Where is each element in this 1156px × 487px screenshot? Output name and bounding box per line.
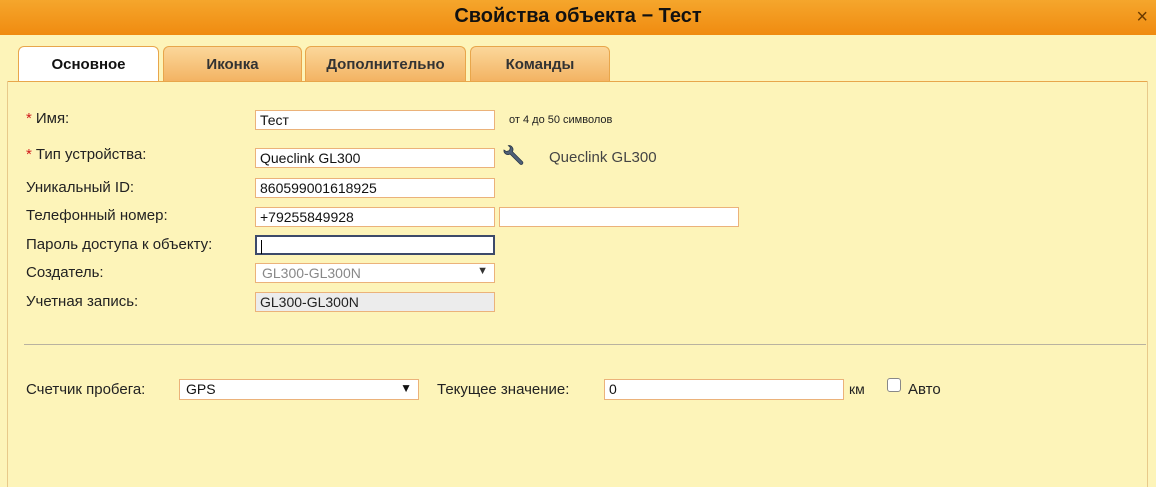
unique-id-input[interactable]: 860599001618925 [255,178,495,198]
text-cursor [261,240,262,255]
account-input: GL300-GL300N [255,292,495,312]
tab-icon[interactable]: Иконка [163,46,302,81]
password-input[interactable] [255,235,495,255]
device-type-input[interactable]: Queclink GL300 [255,148,495,168]
creator-select[interactable]: GL300-GL300N ▼ [255,263,495,283]
current-value-label: Текущее значение: [437,381,570,398]
phone-input[interactable]: +79255849928 [255,207,495,227]
account-label: Учетная запись: [26,293,139,310]
unique-id-label: Уникальный ID: [26,179,135,196]
auto-checkbox[interactable] [887,378,901,392]
required-mark: * [26,110,32,127]
mileage-select[interactable]: GPS ▼ [179,379,419,400]
device-model-text: Queclink GL300 [549,149,657,166]
tab-underline [7,81,1148,82]
chevron-down-icon: ▼ [400,381,412,395]
password-label: Пароль доступа к объекту: [26,236,213,253]
close-icon[interactable]: × [1136,7,1148,27]
window-title: Свойства объекта − Тест [454,5,702,27]
auto-label: Авто [908,381,941,398]
panel-border-right [1147,81,1148,487]
name-hint: от 4 до 50 символов [509,114,613,126]
tab-main[interactable]: Основное [18,46,159,82]
tab-commands[interactable]: Команды [470,46,610,81]
name-input[interactable]: Тест [255,110,495,130]
chevron-down-icon: ▼ [477,265,488,277]
wrench-icon[interactable] [501,145,525,169]
section-divider [24,344,1146,345]
unit-label: км [849,381,865,397]
phone-label: Телефонный номер: [26,207,168,224]
panel-border-left [7,81,8,487]
mileage-label: Счетчик пробега: [26,381,146,398]
required-mark: * [26,146,32,163]
current-value-input[interactable]: 0 [604,379,844,400]
name-label: * Имя: [26,110,70,127]
phone-input-2[interactable] [499,207,739,227]
window-titlebar: Свойства объекта − Тест × [0,0,1156,36]
tab-additional[interactable]: Дополнительно [305,46,466,81]
device-type-label: * Тип устройства: [26,146,147,163]
creator-label: Создатель: [26,264,104,281]
